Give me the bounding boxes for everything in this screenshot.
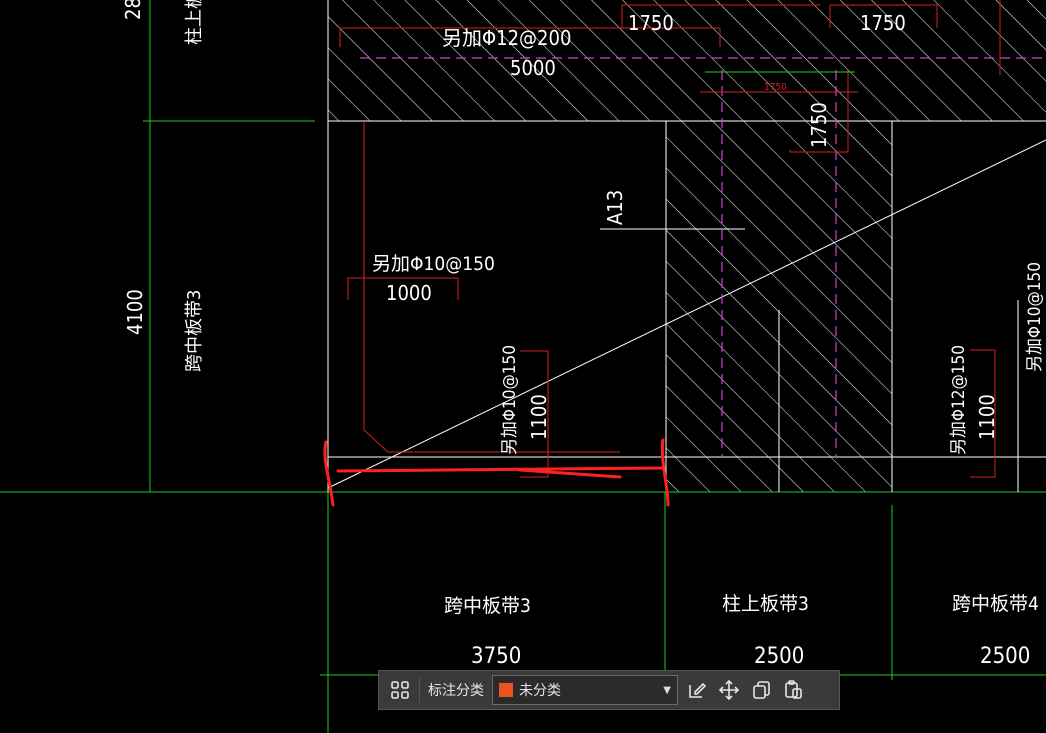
category-selected-value: 未分类 — [519, 683, 561, 699]
rebar-label-v2: 另加Φ12@150 — [949, 345, 969, 455]
dim-top-left: 28 — [121, 0, 145, 20]
cad-drawing-canvas[interactable]: 28 柱上板带 4100 跨中板带3 另加Φ12@200 5000 1750 1… — [0, 0, 1046, 733]
dim-1000: 1000 — [386, 281, 432, 305]
dim-4100: 4100 — [123, 289, 147, 335]
annotation-toolbar: 标注分类 未分类 ▼ — [378, 670, 840, 710]
dim-1750-vertical: 1750 — [807, 102, 831, 148]
bottom-strip-label-1: 跨中板带3 — [444, 595, 531, 617]
bottom-dim-2500-a: 2500 — [754, 644, 804, 669]
rebar-label-top: 另加Φ12@200 — [442, 26, 571, 50]
edit-icon[interactable] — [684, 677, 710, 703]
dim-1100-v1: 1100 — [527, 394, 551, 440]
category-color-swatch — [499, 683, 513, 697]
copy-icon[interactable] — [748, 677, 774, 703]
dim-1750-a: 1750 — [628, 11, 674, 35]
dim-1750-small: 1750 — [764, 82, 787, 93]
category-label: 标注分类 — [428, 683, 484, 699]
rebar-label-right: 另加Φ10@150 — [1025, 262, 1045, 372]
rebar-label-v1: 另加Φ10@150 — [500, 345, 520, 455]
paste-icon[interactable] — [780, 677, 806, 703]
toolbar-divider — [419, 677, 420, 703]
strip-label-left-mid: 跨中板带3 — [184, 290, 205, 372]
bottom-dim-2500-b: 2500 — [980, 644, 1030, 669]
bottom-strip-label-2: 柱上板带3 — [722, 593, 809, 615]
rebar-label-mid: 另加Φ10@150 — [372, 253, 495, 275]
label-a13: A13 — [603, 190, 627, 225]
bottom-strip-label-3: 跨中板带4 — [952, 593, 1039, 615]
strip-label-top-left: 柱上板带 — [184, 0, 205, 45]
dim-5000: 5000 — [510, 56, 556, 80]
hatch-top-region — [328, 0, 1046, 121]
bottom-dim-3750: 3750 — [471, 644, 521, 669]
dim-1750-b: 1750 — [860, 11, 906, 35]
category-select[interactable]: 未分类 ▼ — [492, 675, 678, 705]
move-icon[interactable] — [716, 677, 742, 703]
chevron-down-icon: ▼ — [663, 684, 671, 696]
hand-markup — [323, 438, 670, 507]
dim-1100-v2: 1100 — [975, 394, 999, 440]
layout-icon[interactable] — [387, 677, 413, 703]
